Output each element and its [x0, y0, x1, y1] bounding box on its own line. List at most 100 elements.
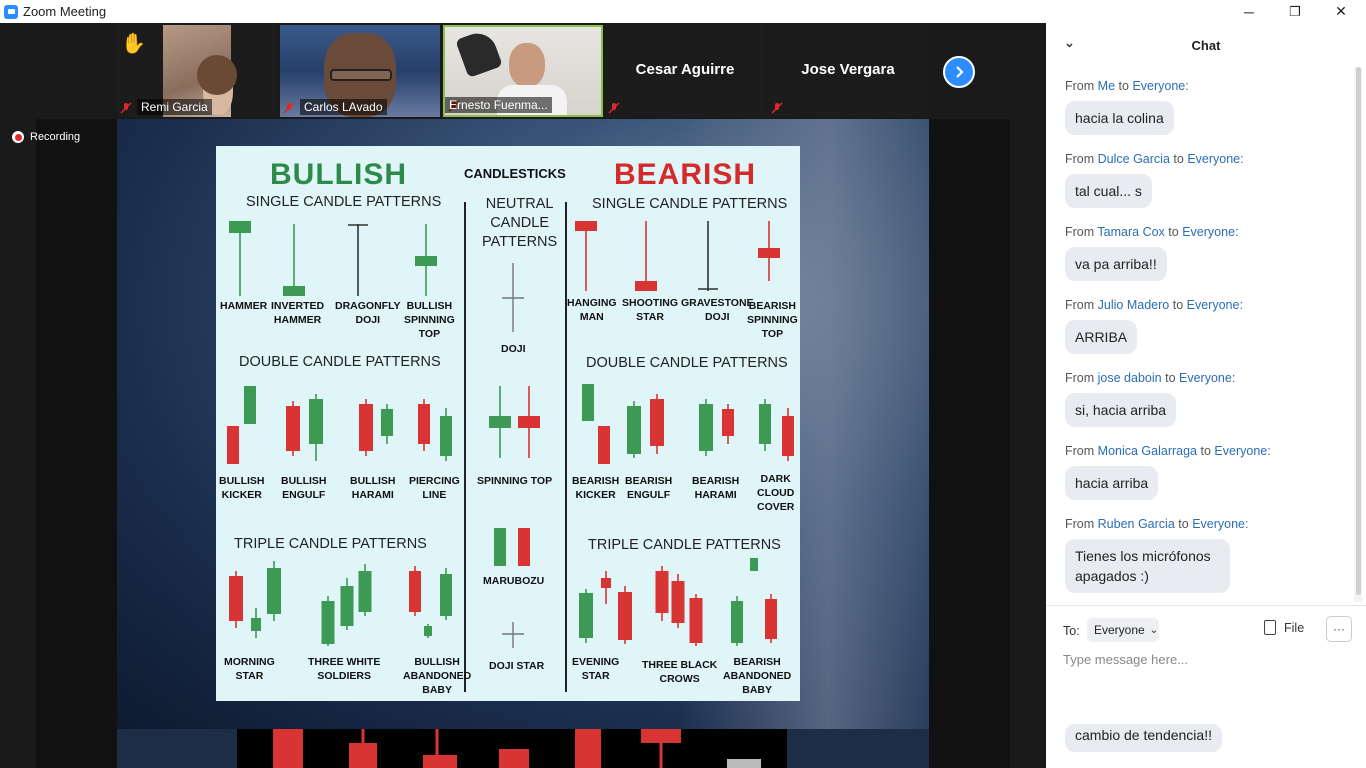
- candle-body: [229, 576, 243, 621]
- pattern-label: BEARISH ENGULF: [625, 475, 673, 501]
- sender-name: Me: [1097, 79, 1116, 93]
- record-icon: [12, 131, 24, 143]
- candle-body: [251, 618, 261, 631]
- message-header: From Ruben Garcia to Everyone:: [1065, 517, 1248, 531]
- participant-tile-active-speaker[interactable]: Ernesto Fuenma...: [443, 25, 603, 117]
- file-icon: [1264, 620, 1276, 635]
- from-word: From: [1065, 371, 1095, 385]
- candle-body: [655, 571, 669, 613]
- candle-body: [359, 404, 373, 451]
- raised-hand-icon: ✋: [121, 33, 146, 55]
- candle-body: [286, 406, 300, 451]
- chat-scrollbar-thumb[interactable]: [1356, 67, 1361, 595]
- file-button[interactable]: File: [1264, 620, 1304, 635]
- message-input[interactable]: Type message here...: [1063, 652, 1188, 667]
- sender-name: Julio Madero: [1097, 298, 1170, 312]
- more-options-button[interactable]: ···: [1326, 616, 1352, 642]
- candle-body: [381, 409, 393, 436]
- collapse-chevron-icon[interactable]: ⌄: [1064, 35, 1075, 51]
- pattern-label: SPINNING TOP: [477, 475, 553, 487]
- candle-body: [722, 409, 734, 436]
- candle-body: [267, 568, 281, 614]
- pattern-label: THREE WHITE SOLDIERS: [308, 656, 381, 682]
- recipient-name: Everyone:: [1214, 444, 1271, 458]
- restore-button[interactable]: ❐: [1272, 0, 1318, 23]
- candle-body: [759, 404, 771, 444]
- candle-body: [731, 601, 743, 643]
- mic-muted-icon: [283, 102, 297, 114]
- pattern-label: PIERCING LINE: [409, 475, 460, 501]
- pattern-label: INVERTED HAMMER: [271, 300, 325, 326]
- candle-body: [418, 404, 430, 444]
- pattern-label: MORNING STAR: [224, 656, 275, 682]
- message-bubble: hacia arriba: [1065, 466, 1159, 500]
- to-word: to: [1200, 444, 1211, 458]
- sender-name: Dulce Garcia: [1097, 152, 1170, 166]
- meeting-stage: ✋ Remi Garcia Carlos LAvado Ernesto Fuen…: [0, 23, 1046, 768]
- candle-body: [440, 416, 452, 456]
- lower-chart-candles: [273, 729, 761, 768]
- message-bubble: va pa arriba!!: [1065, 247, 1167, 281]
- candle-body: [415, 256, 437, 266]
- candle-body: [782, 416, 794, 456]
- candle-body: [321, 601, 335, 644]
- pattern-label: BULLISH KICKER: [219, 475, 265, 501]
- message-header: From Dulce Garcia to Everyone:: [1065, 152, 1244, 166]
- pattern-label: THREE BLACK CROWS: [642, 659, 718, 685]
- from-word: From: [1065, 444, 1095, 458]
- recording-label: Recording: [30, 131, 81, 143]
- to-word: to: [1165, 371, 1176, 385]
- pattern-label: EVENING STAR: [572, 656, 620, 682]
- participant-tile[interactable]: Jose Vergara: [768, 25, 928, 117]
- candle-body: [424, 626, 432, 636]
- from-word: From: [1065, 152, 1095, 166]
- recipient-name: Everyone:: [1179, 371, 1236, 385]
- candle-body: [518, 416, 540, 428]
- candle-body: [582, 384, 594, 421]
- recipient-dropdown[interactable]: Everyone ⌄: [1087, 618, 1159, 642]
- recording-indicator[interactable]: Recording: [12, 131, 80, 143]
- recipient-value: Everyone: [1094, 623, 1145, 637]
- message-header: From jose daboin to Everyone:: [1065, 371, 1235, 385]
- recipient-name: Everyone:: [1187, 152, 1244, 166]
- pattern-label: DRAGONFLY DOJI: [335, 300, 401, 326]
- recipient-name: Everyone:: [1132, 79, 1189, 93]
- recipient-name: Everyone:: [1182, 225, 1239, 239]
- window-title: Zoom Meeting: [23, 4, 107, 19]
- participant-gallery: ✋ Remi Garcia Carlos LAvado Ernesto Fuen…: [117, 25, 987, 117]
- message-header: From Me to Everyone:: [1065, 79, 1189, 93]
- close-button[interactable]: ✕: [1318, 0, 1364, 23]
- participant-tile[interactable]: ✋ Remi Garcia: [117, 25, 277, 117]
- pattern-label: GRAVESTONE DOJI: [681, 297, 754, 323]
- chevron-right-icon: [956, 66, 964, 78]
- from-word: From: [1065, 517, 1095, 531]
- pattern-label: DARK CLOUD COVER: [757, 473, 795, 513]
- to-word: to: [1178, 517, 1189, 531]
- pattern-label: HAMMER: [220, 300, 268, 312]
- candle-body: [618, 592, 632, 640]
- candle-body: [575, 221, 597, 231]
- to-word: to: [1173, 152, 1184, 166]
- draft-message-bubble: cambio de tendencia!!: [1065, 724, 1222, 752]
- minimize-button[interactable]: ─: [1226, 0, 1272, 23]
- candle-body: [227, 426, 239, 464]
- candle-body: [750, 558, 758, 571]
- mic-muted-icon: [120, 102, 134, 114]
- pattern-label: DOJI: [501, 343, 526, 355]
- participant-tile[interactable]: Carlos LAvado: [280, 25, 440, 117]
- candle-body: [650, 399, 664, 446]
- participant-name: Carlos LAvado: [300, 99, 387, 115]
- to-label: To:: [1063, 624, 1080, 638]
- candle-body: [627, 406, 641, 454]
- participant-tile[interactable]: Cesar Aguirre: [605, 25, 765, 117]
- from-word: From: [1065, 79, 1095, 93]
- next-page-button[interactable]: [943, 56, 975, 88]
- mic-muted-icon: [608, 102, 622, 114]
- zoom-logo-icon: [4, 4, 18, 19]
- message-header: From Tamara Cox to Everyone:: [1065, 225, 1239, 239]
- candle-body: [765, 599, 777, 639]
- screen-share-view: BULLISH CANDLESTICKS BEARISH SINGLE CAND…: [36, 119, 1010, 768]
- title-bar: Zoom Meeting ─ ❐ ✕: [0, 0, 1366, 23]
- chat-compose-area: To: Everyone ⌄ File ··· Type message her…: [1046, 605, 1366, 768]
- pattern-label: BEARISH HARAMI: [692, 475, 740, 501]
